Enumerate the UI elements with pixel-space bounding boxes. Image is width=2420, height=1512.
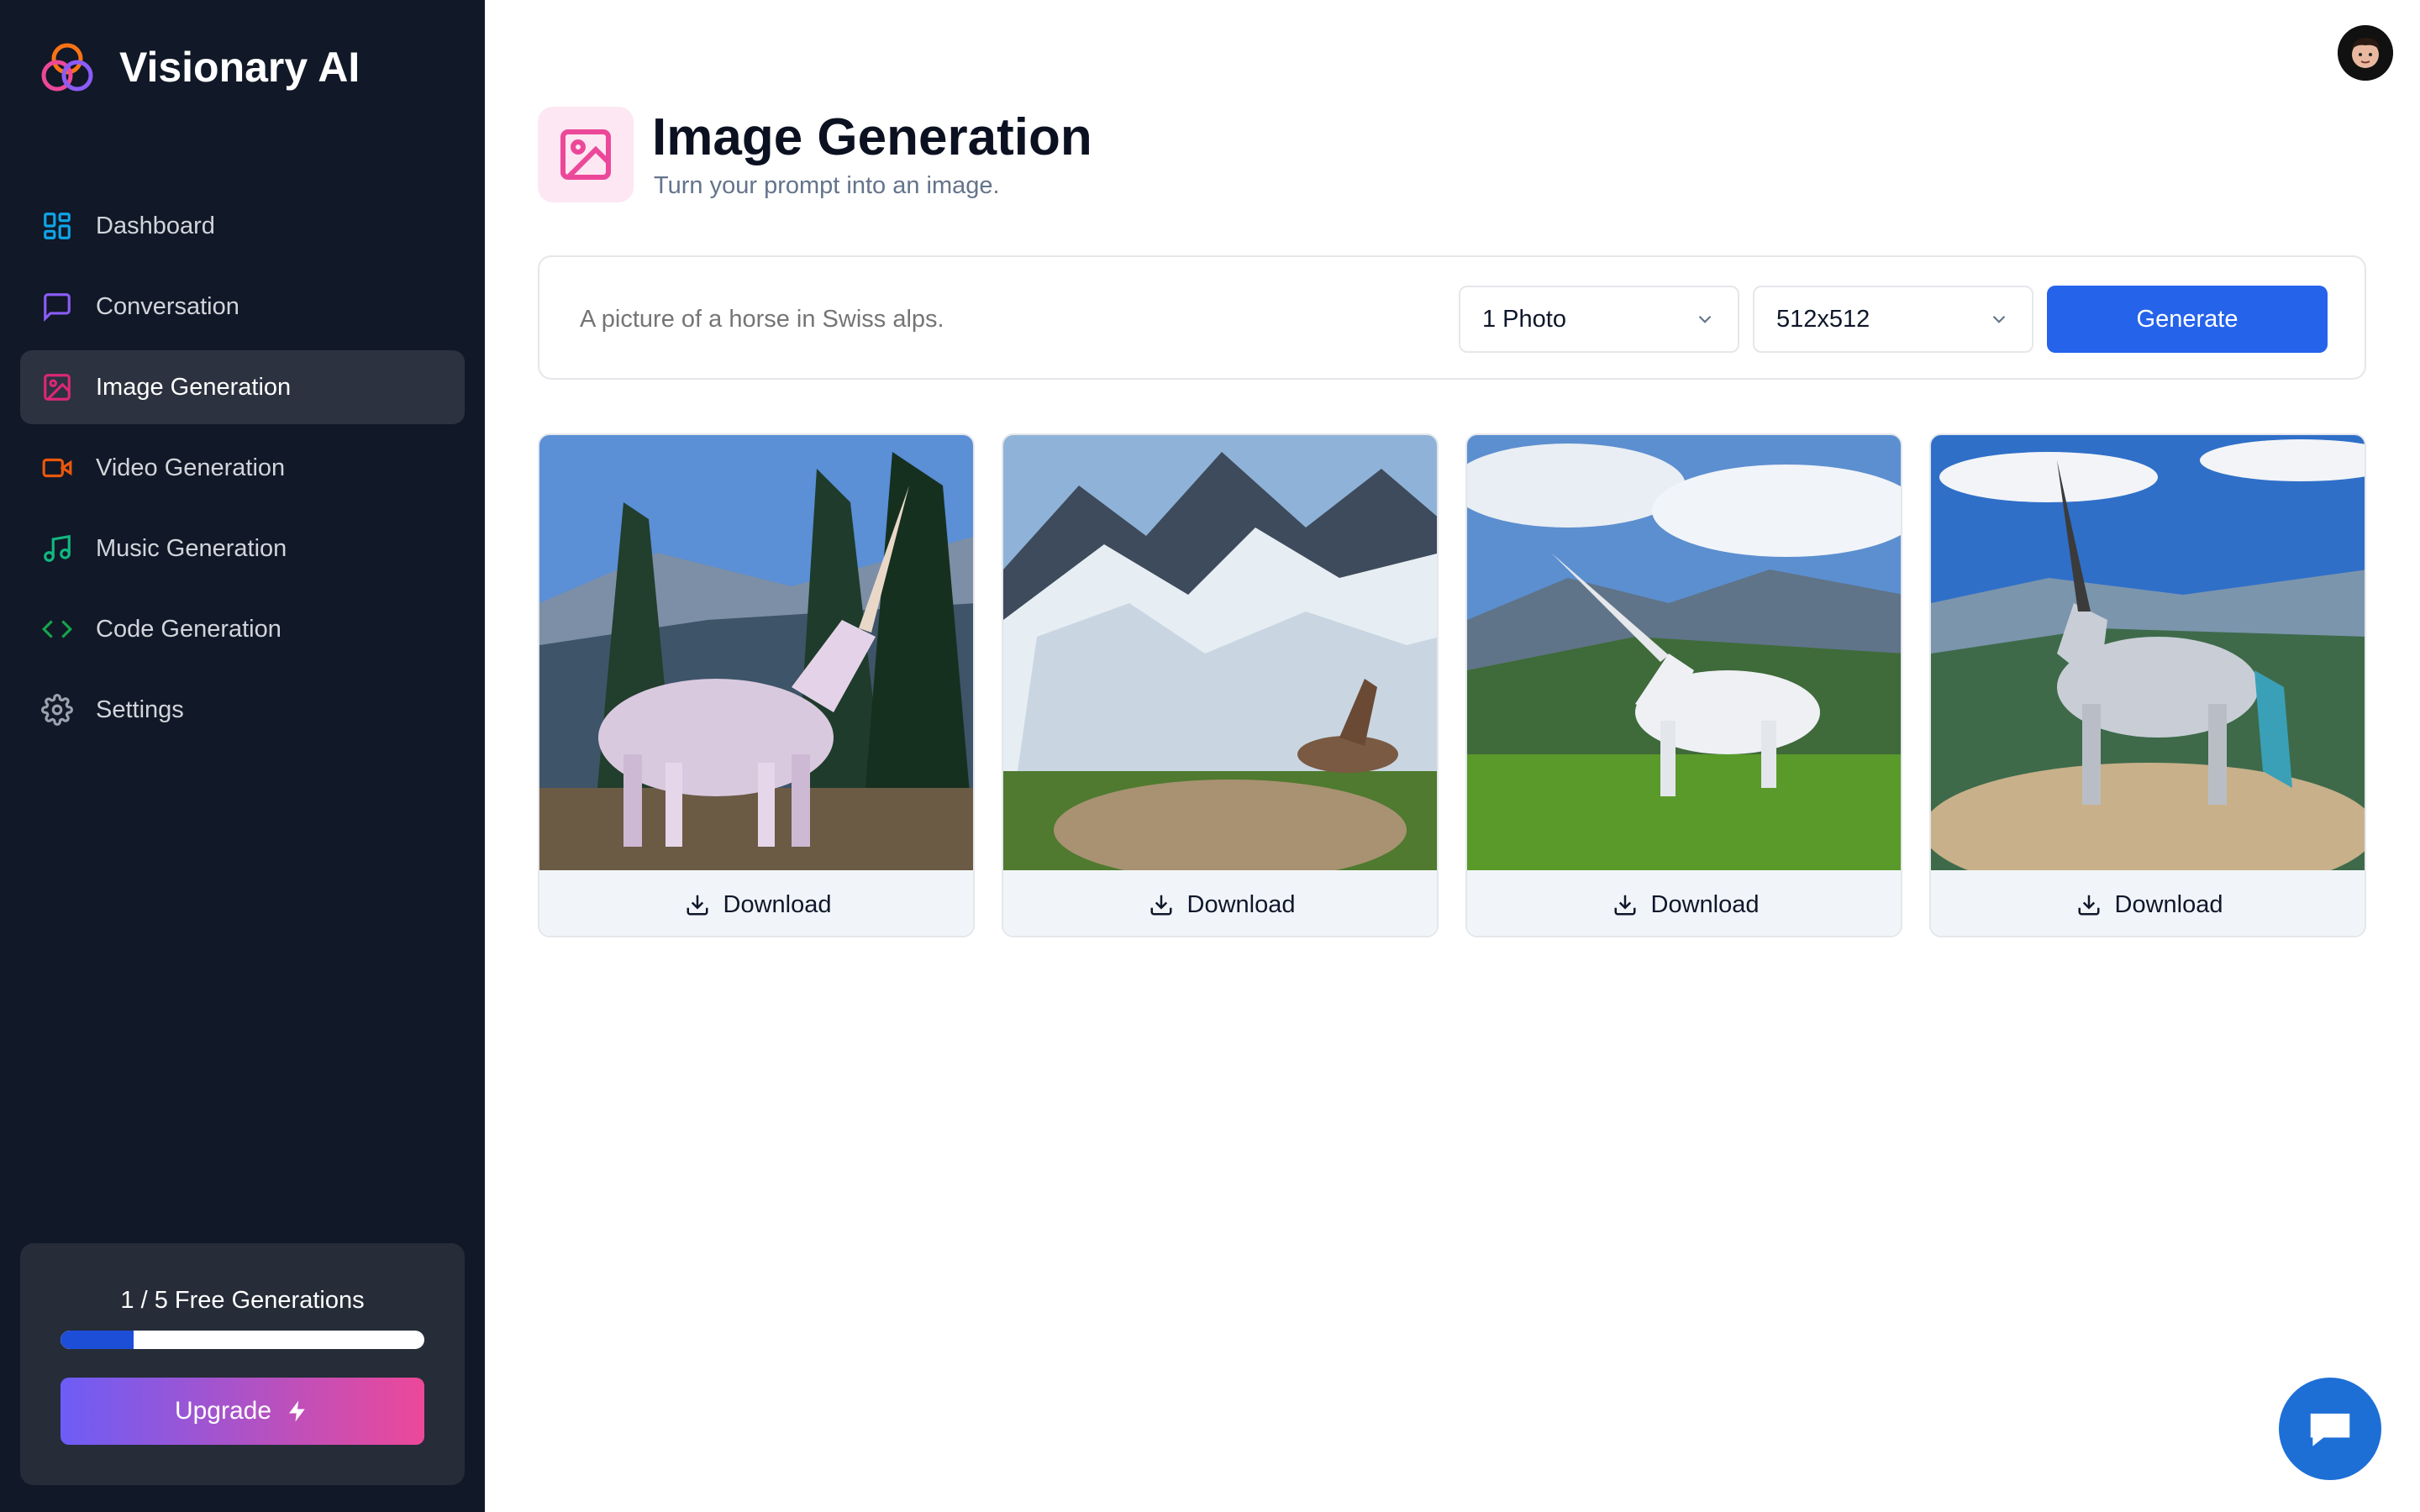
download-button[interactable]: Download bbox=[539, 870, 973, 936]
avatar-image bbox=[2338, 25, 2393, 81]
sidebar-item-code-generation[interactable]: Code Generation bbox=[20, 592, 465, 666]
lightning-icon bbox=[289, 1400, 305, 1422]
generated-image[interactable] bbox=[1931, 435, 2366, 870]
generated-image[interactable] bbox=[1467, 435, 1902, 870]
sidebar-item-label: Conversation bbox=[96, 292, 239, 320]
sidebar-item-dashboard[interactable]: Dashboard bbox=[20, 189, 465, 263]
image-card: Download bbox=[1002, 433, 1439, 937]
free-generations-text: 1 / 5 Free Generations bbox=[120, 1287, 365, 1314]
download-label: Download bbox=[1650, 890, 1760, 918]
free-generations-card: 1 / 5 Free Generations Upgrade bbox=[20, 1243, 465, 1485]
logo-icon bbox=[41, 43, 93, 92]
sidebar-item-music-generation[interactable]: Music Generation bbox=[20, 512, 465, 585]
free-generations-progress bbox=[60, 1331, 424, 1349]
sidebar-item-label: Dashboard bbox=[96, 212, 215, 239]
resolution-select-value: 512x512 bbox=[1776, 305, 1870, 333]
code-icon bbox=[40, 612, 74, 646]
amount-select-value: 1 Photo bbox=[1482, 305, 1566, 333]
sidebar-item-settings[interactable]: Settings bbox=[20, 673, 465, 747]
upgrade-button[interactable]: Upgrade bbox=[60, 1378, 424, 1445]
video-icon bbox=[40, 451, 74, 485]
generate-button[interactable]: Generate bbox=[2047, 286, 2328, 353]
image-icon bbox=[40, 370, 74, 404]
sidebar-item-conversation[interactable]: Conversation bbox=[20, 270, 465, 344]
image-icon bbox=[560, 129, 611, 180]
prompt-form: 1 Photo 512x512 Generate bbox=[538, 255, 2366, 380]
sidebar-item-label: Video Generation bbox=[96, 454, 286, 481]
image-card: Download bbox=[1929, 433, 2366, 937]
sidebar-item-label: Image Generation bbox=[96, 373, 292, 401]
chevron-down-icon bbox=[1698, 315, 1712, 323]
download-button[interactable]: Download bbox=[1931, 870, 2365, 936]
download-label: Download bbox=[723, 890, 832, 918]
app-root: Visionary AI Dashboard Conversation Imag… bbox=[0, 0, 2420, 1512]
download-button[interactable]: Download bbox=[1467, 870, 1901, 936]
download-button[interactable]: Download bbox=[1003, 870, 1437, 936]
download-icon bbox=[687, 895, 708, 916]
download-icon bbox=[1150, 895, 1171, 916]
support-chat-button[interactable] bbox=[2279, 1378, 2381, 1480]
dashboard-icon bbox=[40, 209, 74, 243]
page-subtitle: Turn your prompt into an image. bbox=[654, 172, 1000, 199]
resolution-select[interactable]: 512x512 bbox=[1753, 286, 2033, 353]
chevron-down-icon bbox=[1992, 315, 2006, 323]
image-gallery: Download Download Download Download bbox=[538, 433, 2366, 937]
sidebar: Visionary AI Dashboard Conversation Imag… bbox=[0, 0, 485, 1512]
download-label: Download bbox=[2114, 890, 2223, 918]
chat-icon bbox=[40, 290, 74, 323]
music-icon bbox=[40, 532, 74, 565]
page-icon bbox=[538, 107, 634, 202]
app-name: Visionary AI bbox=[119, 44, 360, 91]
upgrade-label: Upgrade bbox=[174, 1397, 272, 1425]
download-icon bbox=[2078, 895, 2099, 916]
generated-image[interactable] bbox=[1003, 435, 1439, 870]
sidebar-item-image-generation[interactable]: Image Generation bbox=[20, 350, 465, 424]
brand[interactable]: Visionary AI bbox=[37, 37, 360, 97]
gear-icon bbox=[40, 693, 74, 727]
image-card: Download bbox=[538, 433, 975, 937]
page-title: Image Generation bbox=[652, 108, 1092, 166]
download-icon bbox=[1614, 895, 1635, 916]
sidebar-item-label: Code Generation bbox=[96, 615, 281, 643]
prompt-input[interactable] bbox=[580, 294, 1420, 344]
download-label: Download bbox=[1186, 890, 1296, 918]
progress-fill bbox=[60, 1331, 134, 1349]
image-card: Download bbox=[1465, 433, 1902, 937]
amount-select[interactable]: 1 Photo bbox=[1459, 286, 1739, 353]
sidebar-item-video-generation[interactable]: Video Generation bbox=[20, 431, 465, 505]
user-avatar[interactable] bbox=[2338, 25, 2393, 81]
sidebar-item-label: Settings bbox=[96, 696, 184, 723]
generated-image[interactable] bbox=[539, 435, 975, 870]
sidebar-item-label: Music Generation bbox=[96, 534, 287, 562]
chat-bubble-icon bbox=[2310, 1413, 2350, 1446]
sidebar-nav: Dashboard Conversation Image Generation … bbox=[20, 189, 465, 753]
